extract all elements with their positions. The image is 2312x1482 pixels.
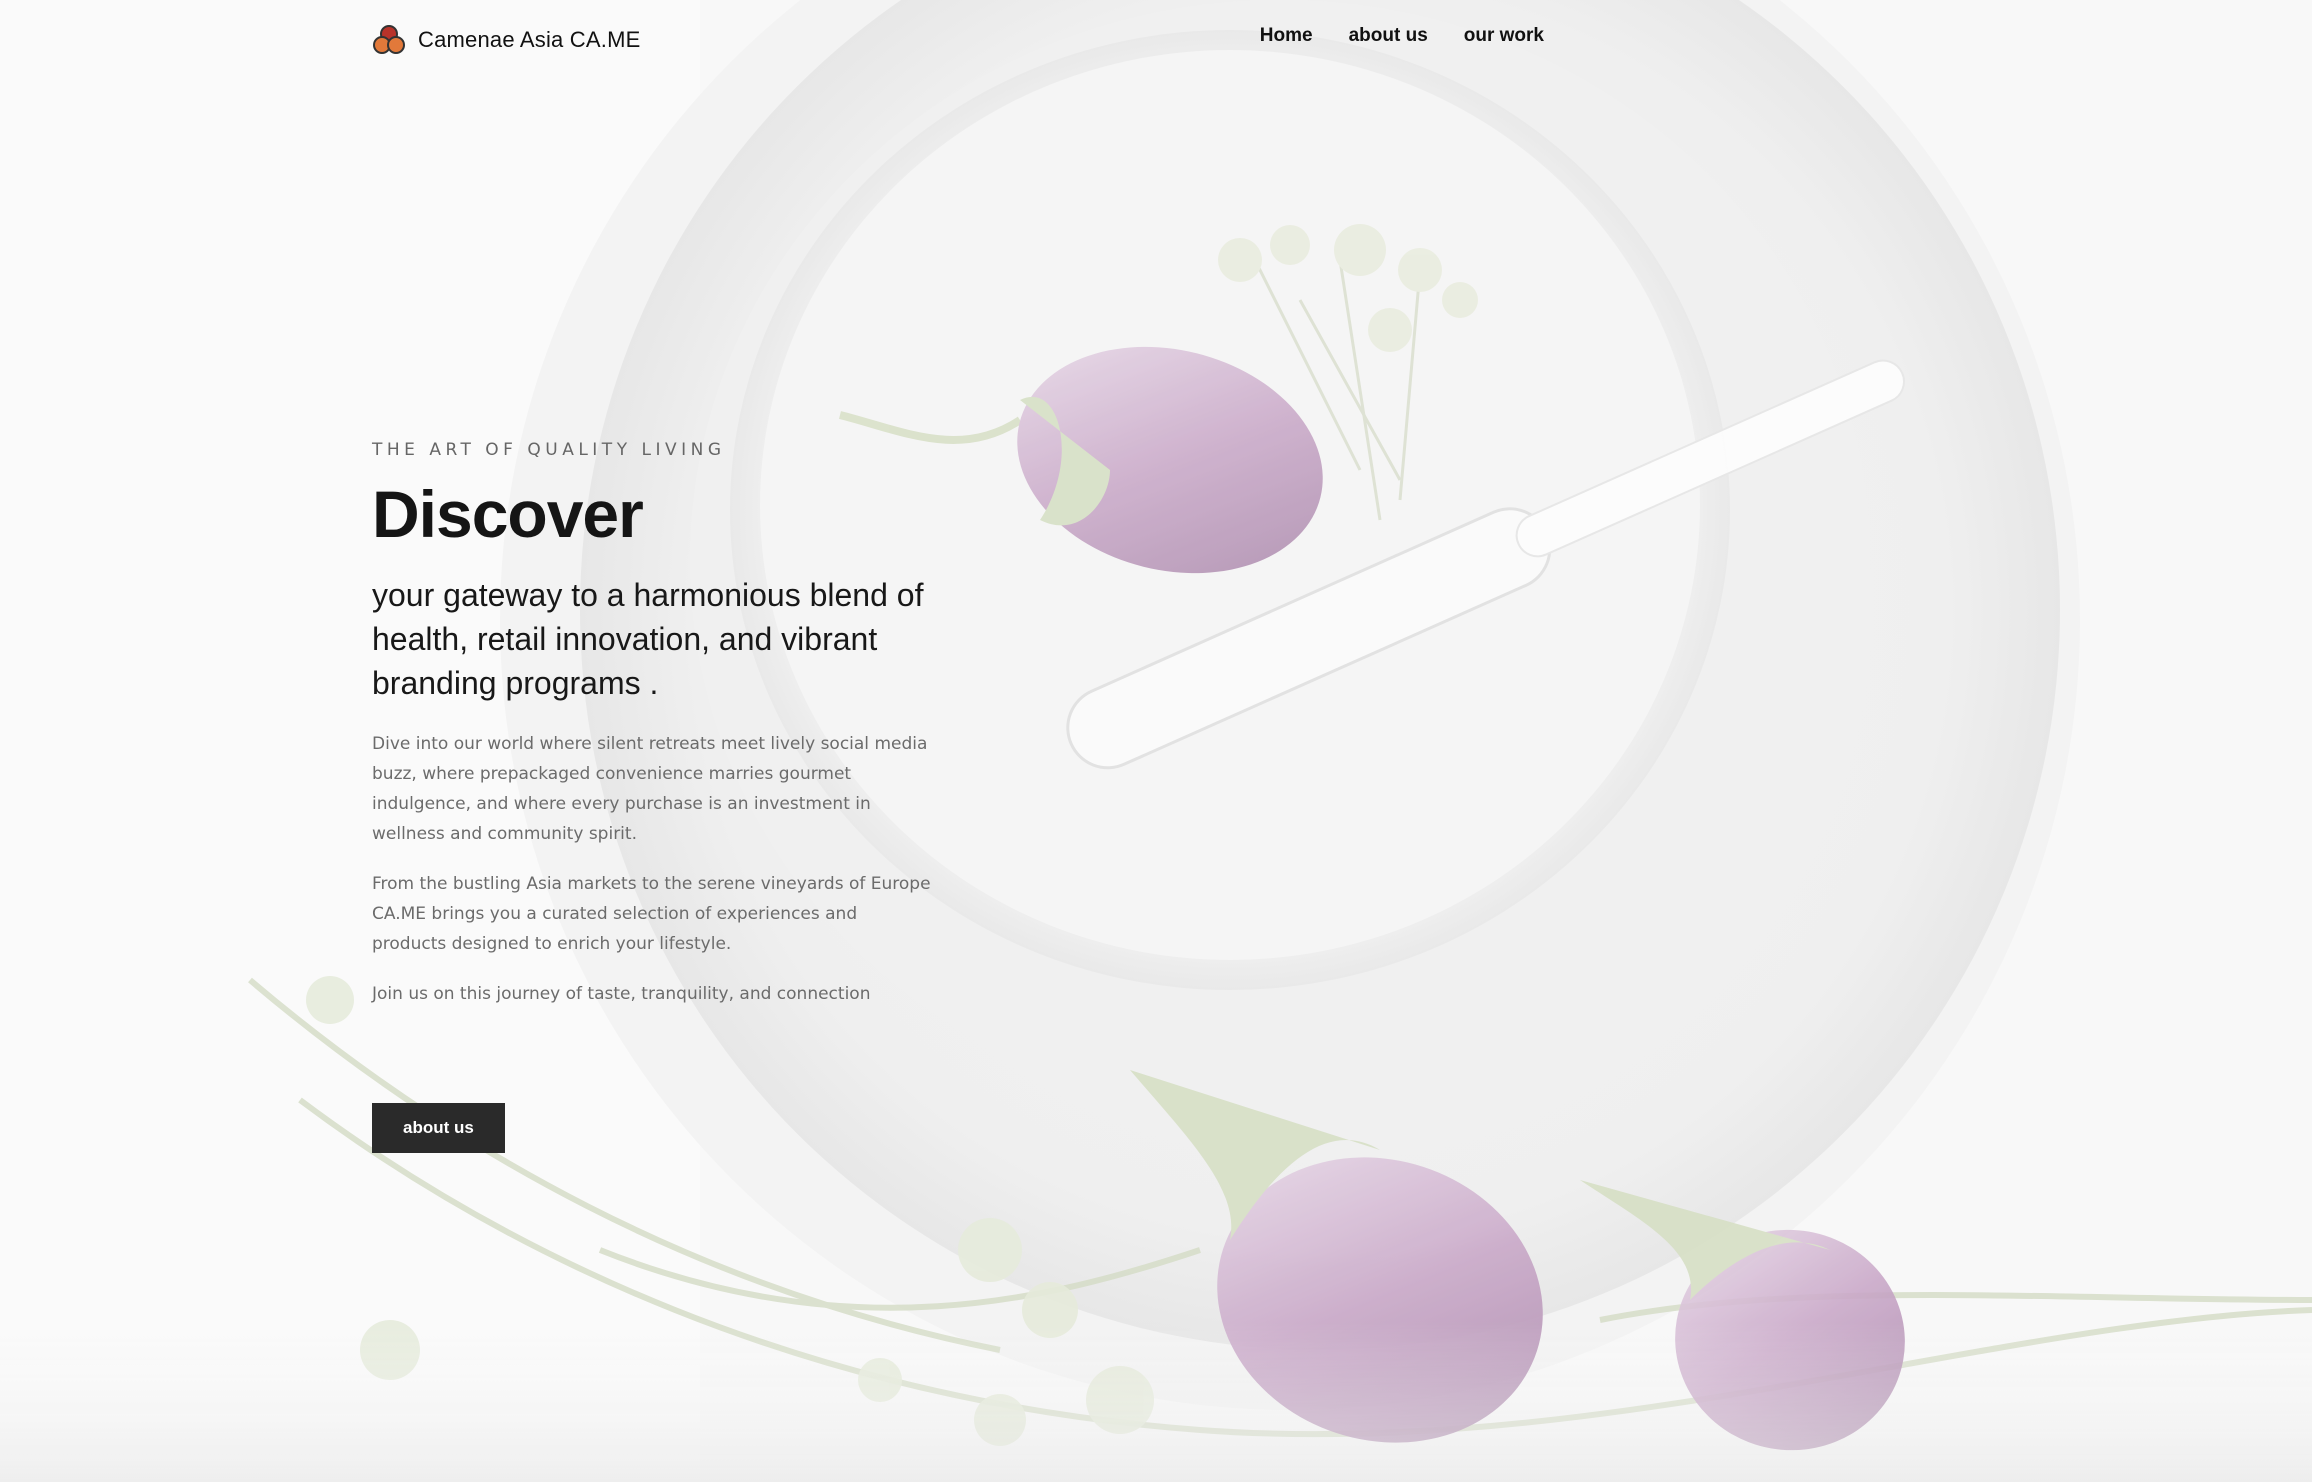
hero-subtitle: your gateway to a harmonious blend of he…: [372, 576, 924, 701]
nav-item-our-work[interactable]: our work: [1464, 25, 1544, 47]
nav-item-home[interactable]: Home: [1260, 25, 1313, 47]
brand-name: Camenae Asia CA.ME: [418, 27, 641, 52]
about-us-button[interactable]: about us: [372, 1102, 505, 1153]
hero-paragraph-markets: From the bustling Asia markets to the se…: [372, 873, 931, 954]
main-nav: Home about us our work: [1260, 25, 1544, 47]
three-circles-logo-icon: [373, 25, 405, 54]
site-header: Camenae Asia CA.ME Home about us our wor…: [0, 0, 2312, 80]
brand-link[interactable]: Camenae Asia CA.ME: [372, 22, 640, 58]
hero-title: Discover: [372, 477, 644, 551]
hero-eyebrow: THE ART OF QUALITY LIVING: [372, 440, 726, 460]
hero-paragraph-join: Join us on this journey of taste, tranqu…: [372, 983, 871, 1004]
hero-section: THE ART OF QUALITY LIVING Discover your …: [372, 440, 932, 1153]
hero-paragraph-intro: Dive into our world where silent retreat…: [372, 733, 928, 844]
nav-item-about-us[interactable]: about us: [1349, 25, 1428, 47]
hero-background-image: [0, 0, 2312, 1482]
